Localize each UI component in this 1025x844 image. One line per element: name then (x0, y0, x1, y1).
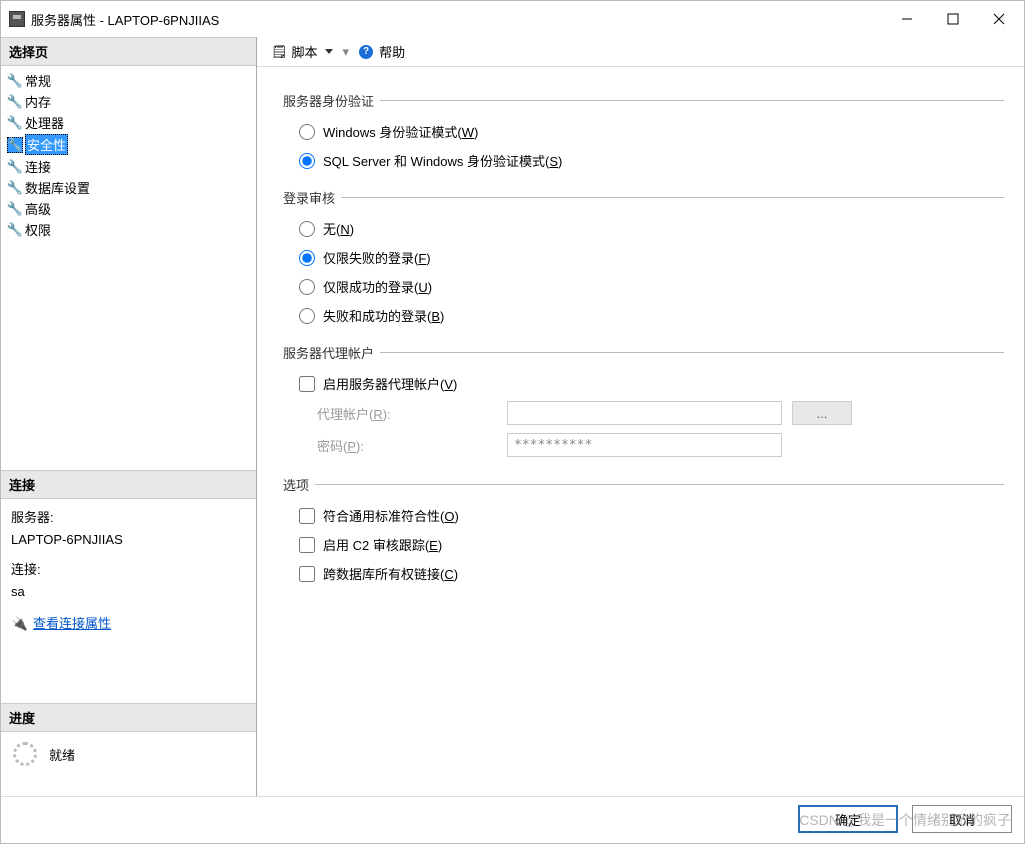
help-label: 帮助 (379, 42, 405, 61)
audit-failed-radio[interactable]: 仅限失败的登录(F) (299, 248, 1002, 267)
window-title: 服务器属性 - LAPTOP-6PNJIIAS (31, 10, 884, 29)
server-label: 服务器: (11, 507, 246, 529)
sidebar-item-label: 处理器 (25, 113, 64, 132)
server-value: LAPTOP-6PNJIIAS (11, 529, 246, 551)
login-audit-legend: 登录审核 (283, 188, 341, 207)
content-toolbar: 🗒 脚本 ▾ ? 帮助 (257, 37, 1024, 67)
proxy-account-row: 代理帐户(R): ... (299, 401, 1002, 425)
main-panel: 🗒 脚本 ▾ ? 帮助 服务器身份验证 Windows 身份验证模式(W) (257, 37, 1024, 796)
browse-proxy-button[interactable]: ... (792, 401, 852, 425)
auth-windows-radio[interactable]: Windows 身份验证模式(W) (299, 122, 1002, 141)
wrench-icon: 🔧 (7, 201, 23, 217)
wrench-icon: 🔧 (7, 73, 23, 89)
help-button[interactable]: ? 帮助 (355, 40, 409, 63)
connection-value: sa (11, 581, 246, 603)
wrench-icon: 🔧 (7, 222, 23, 238)
wrench-icon: 🔧 (7, 180, 23, 196)
script-dropdown[interactable]: 🗒 脚本 (267, 40, 337, 63)
help-icon: ? (359, 45, 373, 59)
server-auth-group: 服务器身份验证 Windows 身份验证模式(W) SQL Server 和 W… (283, 91, 1004, 174)
audit-both-radio[interactable]: 失败和成功的登录(B) (299, 306, 1002, 325)
sidebar-item-label: 高级 (25, 199, 51, 218)
progress-header: 进度 (1, 703, 256, 732)
sidebar-item-label: 内存 (25, 92, 51, 111)
proxy-password-field[interactable] (507, 433, 782, 457)
connection-info: 服务器: LAPTOP-6PNJIIAS 连接: sa 🔌 查看连接属性 (1, 499, 256, 643)
sidebar-item-memory[interactable]: 🔧内存 (5, 91, 252, 112)
wrench-icon: 🔧 (7, 115, 23, 131)
proxy-account-field[interactable] (507, 401, 782, 425)
sidebar: 选择页 🔧常规 🔧内存 🔧处理器 🔧安全性 🔧连接 🔧数据库设置 🔧高级 🔧权限… (1, 37, 257, 796)
cancel-button[interactable]: 取消 (912, 805, 1012, 833)
enable-proxy-checkbox[interactable]: 启用服务器代理帐户(V) (299, 374, 1002, 393)
wrench-icon: 🔧 (7, 159, 23, 175)
minimize-button[interactable] (884, 2, 930, 36)
script-label: 脚本 (292, 42, 318, 61)
sidebar-item-processors[interactable]: 🔧处理器 (5, 112, 252, 133)
select-page-header: 选择页 (1, 37, 256, 66)
sidebar-item-label: 常规 (25, 71, 51, 90)
sidebar-item-label: 权限 (25, 220, 51, 239)
progress-status: 就绪 (49, 745, 75, 764)
audit-success-radio[interactable]: 仅限成功的登录(U) (299, 277, 1002, 296)
sidebar-item-general[interactable]: 🔧常规 (5, 70, 252, 91)
wrench-icon: 🔧 (7, 94, 23, 110)
proxy-account-group: 服务器代理帐户 启用服务器代理帐户(V) 代理帐户(R): ... 密码(P): (283, 343, 1004, 461)
titlebar: 服务器属性 - LAPTOP-6PNJIIAS (1, 1, 1024, 37)
sidebar-item-permissions[interactable]: 🔧权限 (5, 219, 252, 240)
connection-header: 连接 (1, 470, 256, 499)
spinner-icon (13, 742, 37, 766)
page-list: 🔧常规 🔧内存 🔧处理器 🔧安全性 🔧连接 🔧数据库设置 🔧高级 🔧权限 (1, 66, 256, 244)
sidebar-item-label: 安全性 (25, 134, 68, 155)
app-icon (9, 11, 25, 27)
common-criteria-checkbox[interactable]: 符合通用标准符合性(O) (299, 506, 1002, 525)
script-icon: 🗒 (271, 44, 288, 60)
sidebar-item-connections[interactable]: 🔧连接 (5, 156, 252, 177)
sidebar-item-label: 数据库设置 (25, 178, 90, 197)
c2-audit-checkbox[interactable]: 启用 C2 审核跟踪(E) (299, 535, 1002, 554)
sidebar-item-database-settings[interactable]: 🔧数据库设置 (5, 177, 252, 198)
sidebar-item-security[interactable]: 🔧安全性 (5, 133, 252, 156)
view-connection-properties-link[interactable]: 查看连接属性 (33, 613, 111, 635)
dialog-footer: 确定 取消 (1, 796, 1024, 843)
server-auth-legend: 服务器身份验证 (283, 91, 380, 110)
close-button[interactable] (976, 2, 1022, 36)
proxy-password-row: 密码(P): (299, 433, 1002, 457)
wrench-icon: 🔧 (7, 137, 23, 153)
proxy-account-legend: 服务器代理帐户 (283, 343, 380, 362)
ok-button[interactable]: 确定 (798, 805, 898, 833)
maximize-button[interactable] (930, 2, 976, 36)
plug-icon: 🔌 (11, 617, 29, 631)
cross-db-checkbox[interactable]: 跨数据库所有权链接(C) (299, 564, 1002, 583)
window-buttons (884, 2, 1022, 36)
connection-label: 连接: (11, 559, 246, 581)
audit-none-radio[interactable]: 无(N) (299, 219, 1002, 238)
sidebar-item-advanced[interactable]: 🔧高级 (5, 198, 252, 219)
auth-mixed-radio[interactable]: SQL Server 和 Windows 身份验证模式(S) (299, 151, 1002, 170)
progress-section: 就绪 (1, 732, 256, 776)
options-group: 选项 符合通用标准符合性(O) 启用 C2 审核跟踪(E) 跨数据库所有权链接(… (283, 475, 1004, 587)
login-audit-group: 登录审核 无(N) 仅限失败的登录(F) 仅限成功的登录(U) (283, 188, 1004, 329)
options-legend: 选项 (283, 475, 315, 494)
sidebar-item-label: 连接 (25, 157, 51, 176)
